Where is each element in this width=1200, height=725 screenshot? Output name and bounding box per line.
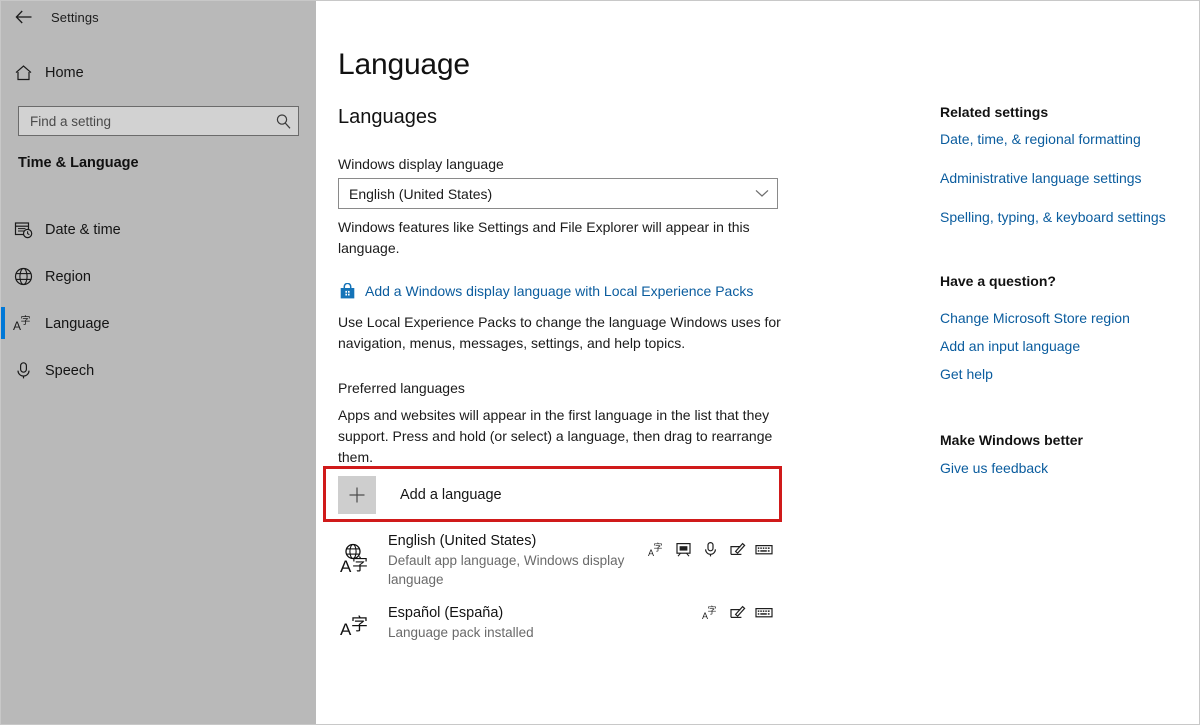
list-item[interactable]: A 字 Español (España) Language pack insta… [338,601,773,645]
add-language-label: Add a language [400,487,502,503]
svg-text:A: A [340,557,352,576]
lep-link-row[interactable]: Add a Windows display language with Loca… [338,282,753,300]
language-feature-icons: A 字 [647,540,773,558]
have-a-question-heading: Have a question? [940,273,1056,289]
back-arrow-icon [15,10,33,24]
settings-window: Settings Home Time & Language [0,0,1200,725]
handwriting-icon[interactable] [728,603,746,621]
language-pack-icon[interactable] [674,540,692,558]
svg-text:字: 字 [21,314,31,327]
globe-icon [1,267,45,286]
page-title: Language [338,48,470,82]
language-name: Español (España) [388,604,701,623]
sidebar-item-home[interactable]: Home [1,59,316,87]
svg-text:字: 字 [352,555,368,574]
handwriting-icon[interactable] [728,540,746,558]
language-status: Language pack installed [388,623,701,642]
sidebar-item-language[interactable]: A 字 Language [1,300,316,347]
list-item-texts: Español (España) Language pack installed [388,604,701,642]
sidebar-item-date-time[interactable]: Date & time [1,206,316,253]
list-item-texts: English (United States) Default app lang… [388,532,647,589]
display-language-label: Windows display language [338,156,504,172]
sidebar-item-speech[interactable]: Speech [1,347,316,394]
list-item[interactable]: A 字 English (United States) Default app … [338,538,773,582]
make-windows-better-heading: Make Windows better [940,432,1083,448]
display-language-value: English (United States) [339,186,747,202]
search-box[interactable] [18,106,299,136]
preferred-languages-description: Apps and websites will appear in the fir… [338,405,810,468]
plus-icon [338,476,376,514]
app-title: Settings [51,10,99,25]
main-content: Language Languages Windows display langu… [316,1,1200,725]
related-link-spelling-typing-keyboard[interactable]: Spelling, typing, & keyboard settings [940,209,1166,225]
sidebar-item-speech-label: Speech [45,363,94,379]
chevron-down-icon [747,189,777,198]
search-input[interactable] [19,114,268,129]
translate-icon: A 字 [1,314,45,333]
sidebar-item-home-label: Home [45,65,84,81]
add-language-button[interactable]: Add a language [338,475,768,515]
sidebar-item-date-time-label: Date & time [45,222,121,238]
related-link-administrative-language[interactable]: Administrative language settings [940,170,1142,186]
svg-text:字: 字 [653,541,662,553]
sidebar-item-language-label: Language [45,316,110,332]
calendar-clock-icon [1,220,45,239]
section-heading-languages: Languages [338,106,437,129]
sidebar-item-region[interactable]: Region [1,253,316,300]
keyboard-icon[interactable] [755,540,773,558]
svg-text:字: 字 [707,604,716,616]
language-feature-icons: A 字 [701,603,773,621]
svg-text:字: 字 [351,615,368,635]
language-name: English (United States) [388,532,647,551]
translate-icon[interactable]: A 字 [701,603,719,621]
translate-icon: A 字 [338,603,388,643]
search-icon[interactable] [268,113,298,130]
question-link-get-help[interactable]: Get help [940,366,993,382]
keyboard-icon[interactable] [755,603,773,621]
sidebar: Settings Home Time & Language [1,1,316,725]
feedback-link-give-us-feedback[interactable]: Give us feedback [940,460,1048,476]
globe-translate-icon: A 字 [338,540,388,580]
title-bar-left: Settings [1,1,316,33]
display-language-description: Windows features like Settings and File … [338,217,794,259]
sidebar-group-heading: Time & Language [18,155,139,171]
microphone-icon [1,361,45,380]
lep-link[interactable]: Add a Windows display language with Loca… [365,283,753,299]
back-button[interactable] [1,2,47,32]
sidebar-item-region-label: Region [45,269,91,285]
home-icon [1,64,45,82]
microsoft-store-icon [338,282,356,300]
sidebar-nav: Date & time Region A [1,206,316,394]
related-link-date-time-regional[interactable]: Date, time, & regional formatting [940,131,1141,147]
language-status: Default app language, Windows display la… [388,551,647,589]
lep-description: Use Local Experience Packs to change the… [338,312,808,354]
preferred-languages-heading: Preferred languages [338,380,465,396]
display-language-dropdown[interactable]: English (United States) [338,178,778,209]
translate-icon[interactable]: A 字 [647,540,665,558]
speech-icon[interactable] [701,540,719,558]
related-settings-heading: Related settings [940,104,1048,120]
question-link-add-input-language[interactable]: Add an input language [940,338,1080,354]
question-link-change-store-region[interactable]: Change Microsoft Store region [940,310,1130,326]
selection-accent-bar [1,307,5,339]
